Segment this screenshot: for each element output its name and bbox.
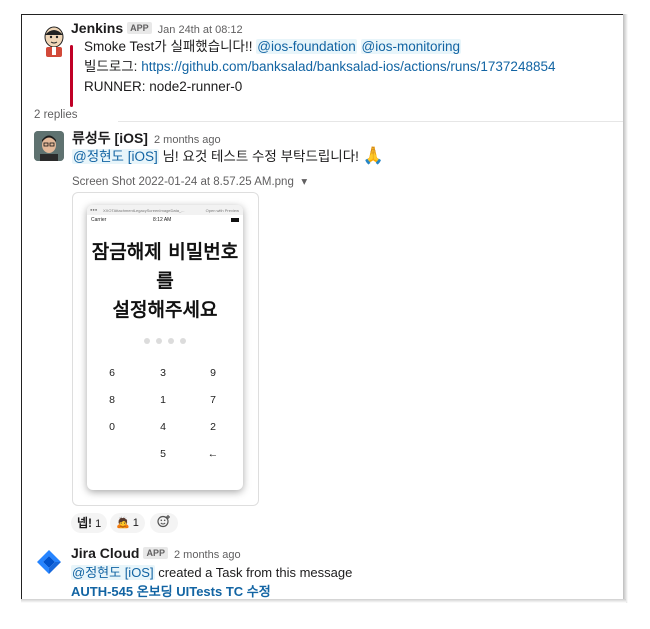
mention-ios-foundation[interactable]: @ios-foundation bbox=[256, 39, 357, 54]
reply-header: 류성두 [iOS] 2 months ago bbox=[72, 128, 221, 148]
frame-shadow-right bbox=[623, 14, 628, 603]
passcode-dot bbox=[156, 338, 162, 344]
add-reaction-button[interactable] bbox=[150, 513, 178, 533]
passcode-dots bbox=[87, 331, 243, 349]
jira-issue-link[interactable]: AUTH-545 온보딩 UITests TC 수정 bbox=[71, 584, 271, 599]
message-timestamp[interactable]: Jan 24th at 08:12 bbox=[158, 24, 243, 36]
user-avatar[interactable] bbox=[34, 131, 64, 161]
mention-ios-monitoring[interactable]: @ios-monitoring bbox=[360, 39, 462, 54]
replies-divider bbox=[118, 121, 624, 122]
build-log-link[interactable]: https://github.com/banksalad/banksalad-i… bbox=[141, 59, 555, 74]
passcode-title-line-3: 설정해주세요 bbox=[112, 299, 218, 321]
replies-count[interactable]: 2 replies bbox=[34, 109, 77, 121]
battery-icon bbox=[231, 218, 239, 222]
mention-user[interactable]: @정현도 [iOS] bbox=[72, 149, 159, 164]
reaction-neb[interactable]: 넵! 1 bbox=[71, 513, 108, 533]
passcode-dot bbox=[180, 338, 186, 344]
keypad-key: 6 bbox=[109, 367, 115, 379]
file-name[interactable]: Screen Shot 2022-01-24 at 8.57.25 AM.png bbox=[72, 176, 294, 188]
reply-author-name[interactable]: 류성두 [iOS] bbox=[72, 130, 148, 146]
jenkins-line-2: 빌드로그: https://github.com/banksalad/banks… bbox=[84, 57, 555, 77]
passcode-dot bbox=[144, 338, 150, 344]
keypad-key: 4 bbox=[160, 421, 166, 433]
reaction-emoji: 넵! bbox=[77, 516, 93, 530]
jira-created-text: created a Task from this message bbox=[154, 565, 353, 580]
phone-screenshot: ●●● XXOTAttachmentLegacyScreenImageData_… bbox=[87, 205, 243, 490]
jira-issue-row: AUTH-545 온보딩 UITests TC 수정 bbox=[71, 582, 271, 600]
reaction-count: 1 bbox=[132, 517, 139, 529]
jira-text-line: @정현도 [iOS] created a Task from this mess… bbox=[71, 563, 352, 582]
jira-header: Jira Cloud APP 2 months ago bbox=[71, 545, 241, 563]
reply-text: 님! 요것 테스트 수정 부탁드립니다! bbox=[158, 149, 359, 164]
keypad-key: 8 bbox=[109, 394, 115, 406]
jenkins-header: Jenkins APP Jan 24th at 08:12 bbox=[71, 20, 243, 38]
file-name-row[interactable]: Screen Shot 2022-01-24 at 8.57.25 AM.png… bbox=[72, 172, 307, 190]
status-time: 8:12 AM bbox=[153, 217, 172, 223]
keypad-key: 9 bbox=[210, 367, 216, 379]
preview-top-bar: ●●● XXOTAttachmentLegacyScreenImageData_… bbox=[87, 205, 243, 215]
passcode-title-line-2: 를 bbox=[156, 270, 174, 292]
image-preview[interactable]: ●●● XXOTAttachmentLegacyScreenImageData_… bbox=[72, 192, 259, 506]
carrier-label: Carrier bbox=[91, 217, 107, 223]
reaction-bow[interactable]: 🙇 1 bbox=[110, 513, 145, 533]
attachment-color-bar bbox=[70, 45, 73, 107]
reply-timestamp[interactable]: 2 months ago bbox=[154, 134, 221, 146]
passcode-title: 잠금해제 비밀번호 를 설정해주세요 bbox=[87, 238, 243, 325]
smoke-test-text: Smoke Test가 실패했습니다!! bbox=[84, 39, 253, 54]
add-emoji-icon bbox=[157, 515, 170, 528]
keypad-backspace-icon: ← bbox=[207, 448, 219, 460]
pray-emoji-icon: 🙏 bbox=[362, 146, 384, 165]
jira-timestamp[interactable]: 2 months ago bbox=[174, 549, 241, 561]
keypad-key: 5 bbox=[160, 448, 166, 460]
file-menu-caret-icon[interactable]: ▾ bbox=[301, 176, 307, 188]
keypad-key: 1 bbox=[160, 394, 166, 406]
keypad-key: 2 bbox=[210, 421, 216, 433]
jenkins-avatar[interactable] bbox=[36, 23, 72, 59]
bow-emoji-icon: 🙇 bbox=[116, 517, 130, 529]
preview-file-title: XXOTAttachmentLegacyScreenImageData_... bbox=[103, 208, 185, 213]
jira-logo-icon bbox=[37, 550, 61, 574]
keypad-key: 7 bbox=[210, 394, 216, 406]
jenkins-name[interactable]: Jenkins bbox=[71, 20, 123, 36]
keypad-key: 0 bbox=[109, 421, 115, 433]
slack-thread-frame: Jenkins APP Jan 24th at 08:12 Smoke Test가 … bbox=[21, 14, 624, 600]
reaction-count: 1 bbox=[95, 518, 102, 530]
mention-user[interactable]: @정현도 [iOS] bbox=[71, 565, 155, 580]
jenkins-logo-icon bbox=[36, 23, 72, 59]
passcode-title-line-1: 잠금해제 비밀번호 bbox=[91, 241, 239, 263]
build-log-label: 빌드로그: bbox=[84, 59, 138, 74]
reply-text-line: @정현도 [iOS] 님! 요것 테스트 수정 부탁드립니다! 🙏 bbox=[72, 146, 384, 167]
runner-text: RUNNER: node2-runner-0 bbox=[84, 79, 243, 94]
passcode-dot bbox=[168, 338, 174, 344]
open-with-preview: Open with Preview bbox=[205, 208, 239, 213]
window-dots-icon: ●●● bbox=[90, 207, 98, 212]
keypad-key: 3 bbox=[160, 367, 166, 379]
jira-avatar[interactable] bbox=[35, 548, 63, 576]
person-photo-icon bbox=[34, 131, 64, 161]
app-badge: APP bbox=[143, 547, 168, 559]
app-badge: APP bbox=[127, 22, 152, 34]
jenkins-line-1: Smoke Test가 실패했습니다!! @ios-foundation @io… bbox=[84, 37, 462, 57]
phone-status-bar: Carrier 8:12 AM bbox=[87, 215, 243, 225]
frame-shadow-bottom bbox=[21, 599, 626, 603]
jira-name[interactable]: Jira Cloud bbox=[71, 545, 139, 561]
